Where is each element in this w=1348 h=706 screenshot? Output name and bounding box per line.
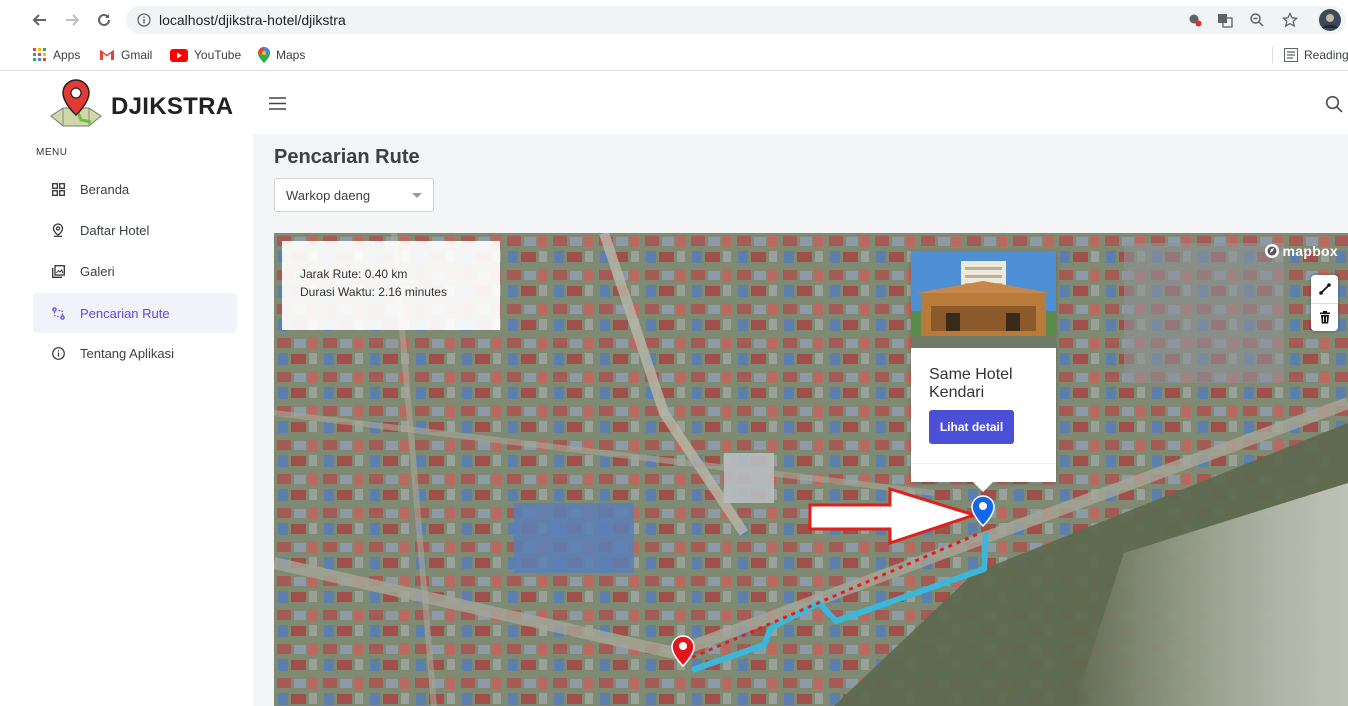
line-draw-icon: [1318, 283, 1331, 295]
sidebar-item-label: Pencarian Rute: [80, 305, 170, 321]
sidebar-item-label: Tentang Aplikasi: [80, 345, 174, 361]
search-icon[interactable]: [1325, 95, 1343, 118]
sidebar-item-daftar-hotel[interactable]: Daftar Hotel: [33, 210, 237, 250]
hotel-photo: [911, 251, 1056, 348]
page-title: Pencarian Rute: [274, 146, 420, 168]
hotel-popup: Same Hotel Kendari Lihat detail: [911, 251, 1056, 492]
sidebar: DJIKSTRA MENU Beranda Daftar Hotel Galer…: [0, 71, 253, 706]
browser-toolbar: localhost/djikstra-hotel/djikstra: [0, 0, 1348, 40]
location-pin-icon: [51, 223, 65, 237]
bookmark-maps[interactable]: Maps: [258, 46, 305, 64]
reading-list-button[interactable]: Reading: [1284, 46, 1348, 64]
bookmarks-bar: Apps Gmail YouTube Maps Reading: [0, 40, 1348, 71]
reload-button[interactable]: [93, 9, 115, 31]
origin-marker-icon[interactable]: [671, 635, 695, 672]
profile-avatar-icon[interactable]: [1318, 8, 1342, 32]
view-detail-button[interactable]: Lihat detail: [929, 410, 1014, 444]
youtube-icon: [170, 48, 188, 62]
translate-icon[interactable]: [1216, 11, 1234, 29]
gmail-icon: [99, 49, 115, 61]
forward-button[interactable]: [61, 9, 83, 31]
sidebar-item-beranda[interactable]: Beranda: [33, 169, 237, 209]
reload-icon: [98, 13, 110, 26]
bookmark-label: Apps: [53, 48, 81, 62]
brand-name[interactable]: DJIKSTRA: [111, 93, 233, 121]
logo-icon[interactable]: [47, 78, 105, 137]
route-duration: Durasi Waktu: 2.16 minutes: [300, 285, 447, 299]
back-arrow-icon: [32, 14, 46, 26]
hotel-name: Same Hotel Kendari: [929, 366, 1013, 401]
bookmark-label: Maps: [276, 48, 306, 62]
chevron-down-icon: [412, 193, 422, 198]
map-canvas[interactable]: Jarak Rute: 0.40 km Durasi Waktu: 2.16 m…: [274, 233, 1348, 706]
route-icon: [51, 306, 65, 320]
destination-marker-icon[interactable]: [971, 495, 995, 532]
mapbox-logo-icon: [1264, 244, 1279, 258]
shortest-route-line: [691, 532, 989, 673]
bookmark-label: YouTube: [194, 48, 242, 62]
reading-list-icon: [1284, 48, 1298, 62]
apps-grid-icon: [33, 48, 47, 62]
sidebar-item-tentang-aplikasi[interactable]: Tentang Aplikasi: [33, 333, 237, 373]
draw-line-button[interactable]: [1311, 275, 1338, 303]
back-button[interactable]: [29, 9, 51, 31]
url-text[interactable]: localhost/djikstra-hotel/djikstra: [159, 12, 346, 28]
reading-list-label: Reading: [1304, 48, 1348, 62]
bookmark-star-icon[interactable]: [1281, 11, 1299, 29]
straight-distance-line: [683, 531, 981, 663]
zoom-icon[interactable]: [1248, 11, 1266, 29]
bookmark-apps[interactable]: Apps: [33, 46, 80, 64]
sidebar-item-label: Daftar Hotel: [80, 222, 150, 238]
menu-title: MENU: [36, 147, 68, 158]
annotation-arrow: [808, 486, 979, 546]
site-info-icon[interactable]: [135, 11, 153, 29]
info-icon: [51, 346, 65, 360]
sidebar-item-pencarian-rute[interactable]: Pencarian Rute: [33, 293, 237, 333]
delete-button[interactable]: [1311, 303, 1338, 331]
cookie-blocked-icon[interactable]: [1186, 11, 1204, 29]
destination-select[interactable]: Warkop daeng: [274, 178, 434, 212]
mapbox-label: mapbox: [1282, 243, 1338, 259]
sidebar-item-galeri[interactable]: Galeri: [33, 251, 237, 291]
route-info-panel: Jarak Rute: 0.40 km Durasi Waktu: 2.16 m…: [282, 241, 500, 330]
sidebar-item-label: Galeri: [80, 263, 115, 279]
mapbox-attribution[interactable]: mapbox: [1264, 243, 1338, 259]
bookmark-youtube[interactable]: YouTube: [170, 46, 241, 64]
popup-divider: [911, 463, 1056, 464]
main-content: Pencarian Rute Warkop daeng Jarak Rute: …: [253, 134, 1348, 706]
maps-pin-icon: [258, 47, 270, 63]
gallery-icon: [51, 264, 65, 278]
sidebar-item-label: Beranda: [80, 181, 130, 197]
bookmark-gmail[interactable]: Gmail: [99, 46, 152, 64]
route-distance: Jarak Rute: 0.40 km: [300, 267, 408, 281]
address-bar[interactable]: localhost/djikstra-hotel/djikstra: [126, 6, 1346, 34]
grid-icon: [51, 182, 65, 196]
hamburger-menu-icon[interactable]: [269, 97, 287, 115]
top-header: [253, 71, 1348, 134]
bookmark-label: Gmail: [121, 48, 153, 62]
bookmarks-divider: [1272, 47, 1273, 63]
trash-icon: [1319, 311, 1330, 324]
forward-arrow-icon: [66, 14, 80, 26]
destination-select-value: Warkop daeng: [286, 188, 371, 203]
draw-controls: [1311, 275, 1338, 331]
